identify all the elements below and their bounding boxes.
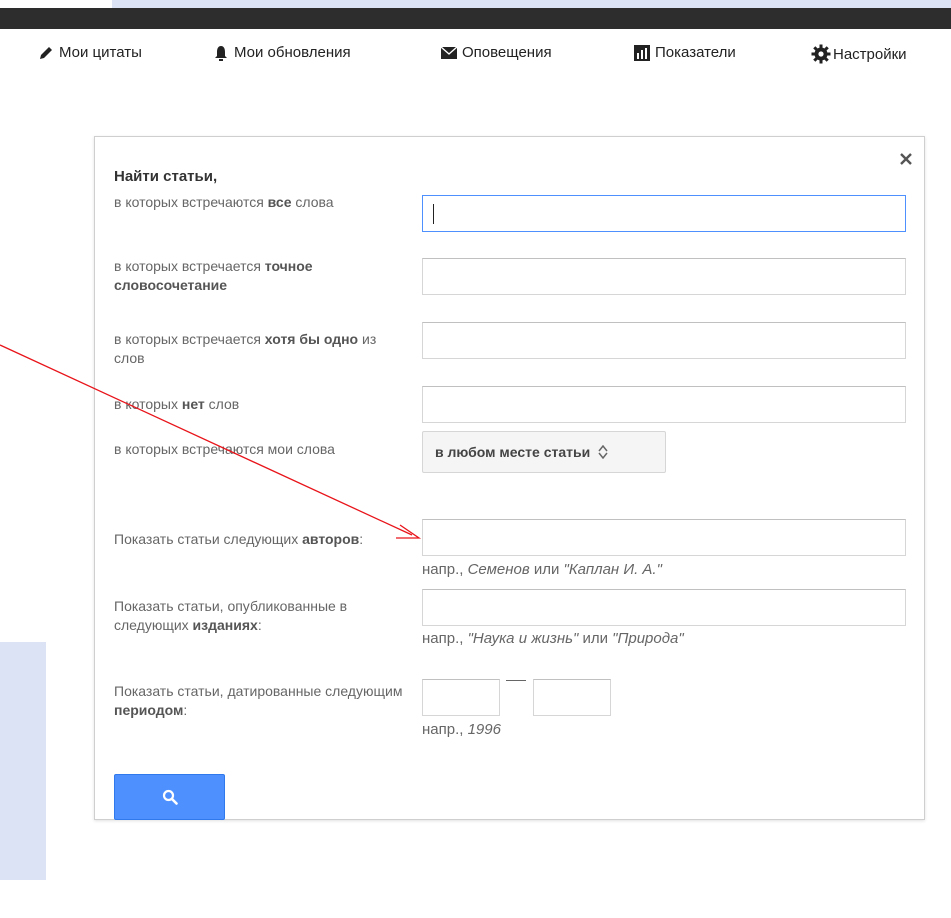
pencil-icon [40,46,52,59]
all-words-input[interactable] [422,195,906,232]
text-caret [433,204,434,224]
period-to-input[interactable] [533,679,611,716]
close-icon[interactable] [898,151,914,167]
sort-arrows-icon [598,445,608,459]
nav-settings-label: Настройки [833,45,907,63]
search-icon [162,789,178,805]
period-hint: напр., 1996 [422,721,501,738]
publication-input[interactable] [422,589,906,626]
any-words-label: в которых встречается хотя бы одно из сл… [114,331,377,366]
authors-label: Показать статьи следующих авторов: [114,531,364,547]
none-words-input[interactable] [422,386,906,423]
publication-hint: напр., "Наука и жизнь" или "Природа" [422,630,684,647]
period-separator [506,680,526,681]
authors-hint: напр., Семенов или "Каплан И. А." [422,561,662,578]
word-location-label: в которых встречаются мои слова [114,441,335,457]
publication-label: Показать статьи, опубликованные в следую… [114,598,348,633]
nav-my-citations-label: Мои цитаты [59,44,142,61]
bar-chart-icon [634,44,650,61]
nav-alerts[interactable]: Оповещения [441,44,552,61]
gear-icon [811,44,831,64]
exact-phrase-input[interactable] [422,258,906,295]
nav-metrics-label: Показатели [655,44,736,61]
all-words-label: в которых встречаются все слова [114,194,334,210]
word-location-value: в любом месте статьи [435,444,591,460]
slide-background-left [0,642,46,880]
nav-settings[interactable]: Настройки [811,44,907,64]
word-location-select[interactable]: в любом месте статьи [422,431,666,473]
any-words-input[interactable] [422,322,906,359]
exact-phrase-label: в которых встречается точное словосочета… [114,258,313,293]
advanced-search-dialog: Найти статьи, в которых встречаются все … [94,136,925,820]
nav-metrics[interactable]: Показатели [634,44,736,61]
top-bar [0,8,951,29]
bell-icon [215,45,227,61]
envelope-icon [441,46,457,59]
toolbar-nav: Мои цитаты Мои обновления Оповещения Пок… [0,44,951,68]
nav-my-updates[interactable]: Мои обновления [213,44,351,61]
authors-input[interactable] [422,519,906,556]
search-button[interactable] [114,774,225,820]
slide-background-top [112,0,951,8]
nav-alerts-label: Оповещения [462,44,552,61]
nav-my-citations[interactable]: Мои цитаты [38,44,142,61]
none-words-label: в которых нет слов [114,396,240,412]
period-label: Показать статьи, датированные следующим … [114,683,403,718]
period-from-input[interactable] [422,679,500,716]
dialog-title: Найти статьи, [114,168,218,185]
nav-my-updates-label: Мои обновления [234,44,351,61]
